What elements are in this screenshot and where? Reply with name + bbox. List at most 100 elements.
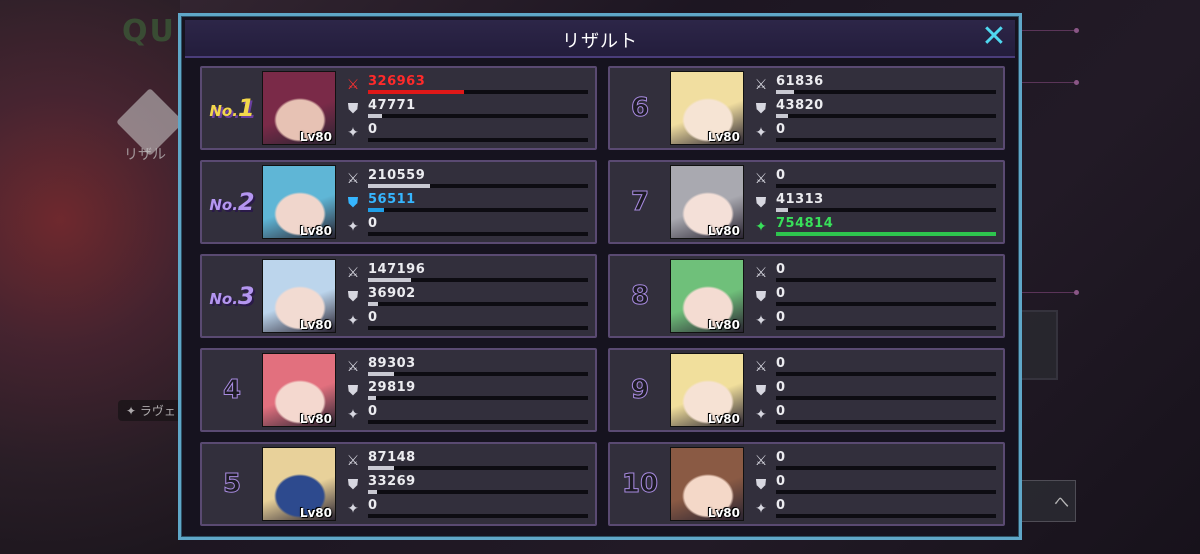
sword-icon: ⚔ [754,171,768,187]
defense-stat: ⛊ 0 [752,286,997,308]
rank-label: 6 [610,68,670,148]
shield-icon: ⛊ [755,383,767,399]
attack-bar-track [776,372,996,376]
heal-bar-track [368,232,588,236]
level-label: Lv80 [299,506,332,520]
heal-stat: ✦ 0 [344,404,589,426]
defense-stat: ⛊ 0 [752,474,997,496]
rank-number: 2 [237,188,255,216]
defense-bar-track [368,490,588,494]
sword-icon: ⚔ [754,77,768,93]
player-card: No.2 Lv80 ⚔ 210559 ⛊ 56511 ✦ 0 [200,160,597,244]
rank-prefix: No. [209,102,238,120]
rank-label: No.2 [202,162,262,242]
heal-bar-track [368,138,588,142]
level-label: Lv80 [299,318,332,332]
defense-stat: ⛊ 33269 [344,474,589,496]
attack-bar-fill [368,90,464,94]
defense-bar-track [368,302,588,306]
close-icon[interactable]: ✕ [979,22,1009,52]
attack-value: 326963 [368,74,426,89]
defense-bar-track [776,490,996,494]
attack-value: 0 [776,356,786,371]
sparkle-icon: ✦ [755,219,767,235]
defense-bar-fill [368,490,378,494]
character-portrait: Lv80 [262,259,336,333]
character-portrait: Lv80 [670,353,744,427]
defense-stat: ⛊ 43820 [752,98,997,120]
defense-bar-track [368,396,588,400]
defense-value: 41313 [776,192,824,207]
defense-bar-track [776,396,996,400]
attack-bar-track [776,466,996,470]
attack-value: 0 [776,450,786,465]
defense-bar-fill [368,396,377,400]
heal-stat: ✦ 0 [344,216,589,238]
heal-bar-track [776,420,996,424]
background-divider [1022,82,1078,83]
heal-value: 0 [368,216,378,231]
rank-number: 7 [630,187,650,218]
defense-value: 29819 [368,380,416,395]
rank-prefix: No. [209,290,238,308]
modal-title: リザルト [562,31,638,52]
sword-icon: ⚔ [346,359,360,375]
rank-label: No.3 [202,256,262,336]
shield-icon: ⛊ [755,477,767,493]
rank-label: 9 [610,350,670,430]
attack-bar-track [368,278,588,282]
rank-number: 9 [630,375,650,406]
rank-prefix: No. [209,196,238,214]
attack-bar-track [368,184,588,188]
attack-bar-fill [368,372,395,376]
result-modal: リザルト ✕ No.1 Lv80 ⚔ 326963 ⛊ 47771 ✦ 0 No.2 Lv80 ⚔ 2… [178,13,1022,540]
heal-stat: ✦ 0 [344,498,589,520]
player-card: 9 Lv80 ⚔ 0 ⛊ 0 ✦ 0 [608,348,1005,432]
sword-icon: ⚔ [754,453,768,469]
level-label: Lv80 [707,506,740,520]
background-dot [1074,28,1079,33]
sparkle-icon: ✦ [755,407,767,423]
background-result-label: リザル [124,147,166,163]
attack-bar-track [776,184,996,188]
player-card: 10 Lv80 ⚔ 0 ⛊ 0 ✦ 0 [608,442,1005,526]
character-portrait: Lv80 [262,447,336,521]
rank-label: 8 [610,256,670,336]
defense-stat: ⛊ 56511 [344,192,589,214]
defense-value: 36902 [368,286,416,301]
heal-value: 0 [776,498,786,513]
defense-value: 43820 [776,98,824,113]
sparkle-icon: ✦ [347,313,359,329]
shield-icon: ⛊ [347,195,359,211]
shield-icon: ⛊ [347,289,359,305]
sparkle-icon: ✦ [755,313,767,329]
rank-label: 7 [610,162,670,242]
defense-bar-track [368,114,588,118]
background-character-art [0,0,180,554]
character-portrait: Lv80 [670,71,744,145]
rank-label: 10 [610,444,670,524]
character-portrait: Lv80 [670,165,744,239]
sparkle-icon: ✦ [755,125,767,141]
level-label: Lv80 [707,224,740,238]
attack-stat: ⚔ 89303 [344,356,589,378]
heal-value: 0 [776,122,786,137]
defense-value: 47771 [368,98,416,113]
heal-value: 0 [776,404,786,419]
rank-number: 4 [222,375,242,406]
defense-bar-fill [368,208,384,212]
rank-number: 1 [237,94,255,122]
character-portrait: Lv80 [670,447,744,521]
level-label: Lv80 [707,130,740,144]
sword-icon: ⚔ [754,265,768,281]
background-divider [1022,30,1078,31]
rank-number: 8 [630,281,650,312]
sparkle-icon: ✦ [347,501,359,517]
level-label: Lv80 [299,130,332,144]
background-dot [1074,80,1079,85]
attack-bar-track [368,90,588,94]
rank-label: 4 [202,350,262,430]
shield-icon: ⛊ [755,195,767,211]
player-card: No.3 Lv80 ⚔ 147196 ⛊ 36902 ✦ 0 [200,254,597,338]
defense-stat: ⛊ 41313 [752,192,997,214]
